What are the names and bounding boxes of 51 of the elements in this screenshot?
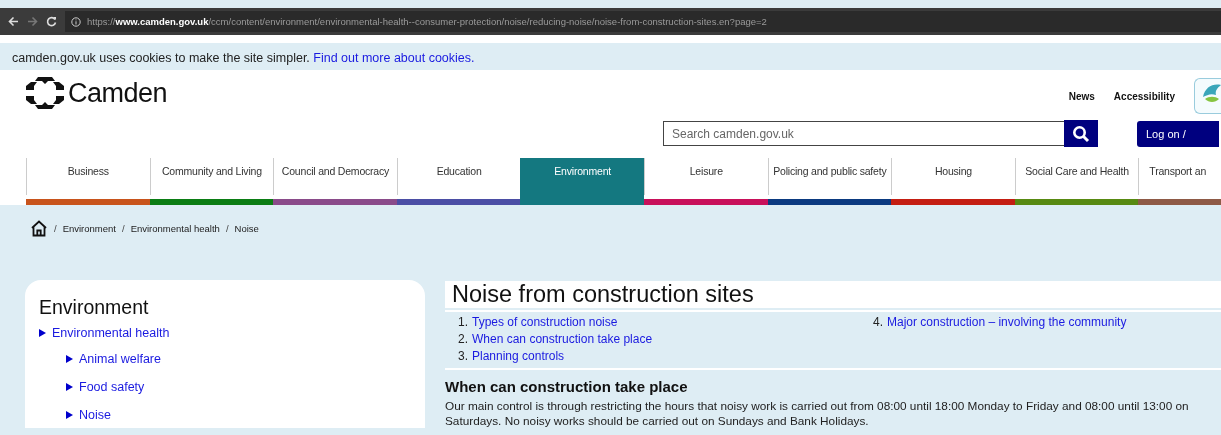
list-number: 4. [873,315,883,331]
list-number: 2. [458,332,468,348]
address-bar[interactable]: https://www.camden.gov.uk/ccm/content/environment/environmental-health--consumer-protection/noise/reducing-noise/noise-from-construction-sites.en?page=2 [65,11,1221,32]
contents-link[interactable]: Types of construction noise [472,315,618,332]
header-link[interactable]: Accessibility [1113,90,1175,102]
nav-tab[interactable]: Education [396,158,521,205]
contents-link[interactable]: When can construction take place [472,332,653,349]
header-link[interactable]: News [1068,90,1095,102]
sidebar-link[interactable]: Environmental health [52,326,170,340]
triangle-icon [39,329,46,337]
nav-tab[interactable]: Housing [891,158,1015,205]
triangle-icon [66,355,73,363]
list-number: 3. [458,349,468,365]
cookie-notice: camden.gov.uk uses cookies to make the site simpler. [12,51,311,65]
triangle-icon [66,383,73,391]
search-icon [1072,124,1090,143]
sidebar-link[interactable]: Animal welfare [79,352,161,366]
info-icon[interactable] [71,16,81,27]
sign-video-icon[interactable] [1194,78,1221,114]
home-icon[interactable] [30,219,48,237]
search-field[interactable]: Search camden.gov.uk [663,121,1064,146]
site-logo[interactable]: Camden [26,77,168,109]
reload-icon[interactable] [46,16,57,27]
search-button[interactable] [1064,120,1098,147]
back-icon[interactable] [8,16,19,27]
sidebar-title: Environment [39,296,150,319]
sidebar-link[interactable]: Food safety [79,380,145,394]
contents-link[interactable]: Major construction – involving the community [887,315,1127,332]
section-heading: When can construction take place [445,378,689,395]
sidebar-link[interactable]: Noise [79,408,111,422]
breadcrumb-separator: / [122,222,125,234]
breadcrumb-link[interactable]: Environment [62,222,116,234]
nav-tab[interactable]: Transport an [1138,158,1221,205]
cookie-link[interactable]: Find out more about cookies. [313,51,475,65]
nav-tab[interactable]: Council and Democracy [273,158,397,205]
breadcrumb-separator: / [54,222,57,234]
nav-tab[interactable]: Policing and public safety [767,158,892,205]
body-paragraph: Our main control is through restricting the hours that noisy work is carried out from 08:00 until 18:00 Monday to Friday and 08:00 until 13:00 on Saturdays. No noisy works should be carried out on Sundays and Bank Holidays. [445,399,1190,429]
login-button[interactable]: Log on / [1137,120,1219,147]
nav-tab[interactable]: Community and Living [149,158,274,205]
nav-tab[interactable]: Leisure [643,158,768,205]
page-title: Noise from construction sites [452,281,754,308]
triangle-icon [66,411,73,419]
contents-link[interactable]: Planning controls [472,349,565,366]
list-number: 1. [458,315,468,331]
forward-icon[interactable] [27,16,38,27]
breadcrumb-link[interactable]: Environmental health [130,222,220,234]
nav-tab[interactable]: Social Care and Health [1014,158,1139,205]
breadcrumb-link[interactable]: Noise [234,222,259,234]
breadcrumb-separator: / [225,222,229,234]
nav-tab[interactable]: Business [26,158,150,205]
